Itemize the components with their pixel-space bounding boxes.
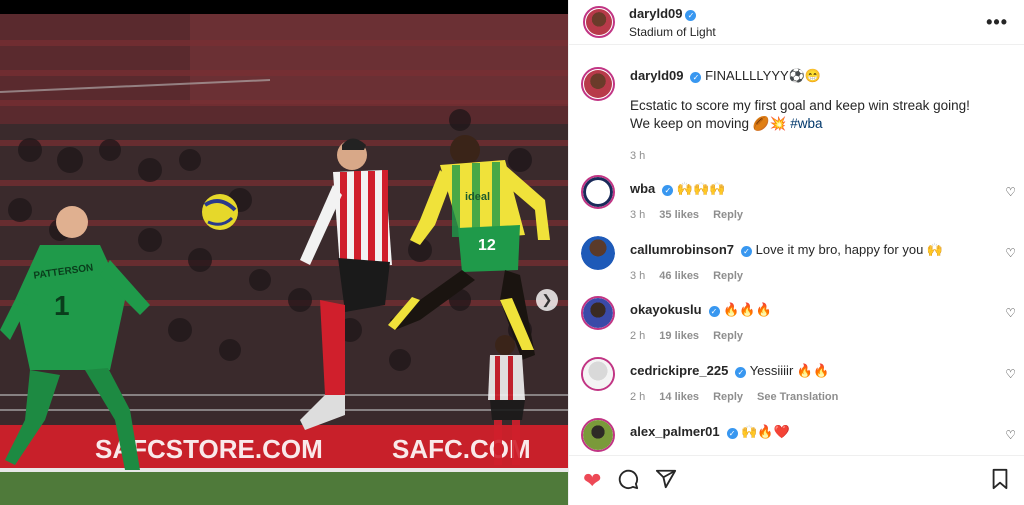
comment-text: Love it my bro, happy for you 🙌: [755, 242, 944, 257]
comment-avatar[interactable]: [581, 296, 615, 330]
match-photo-illustration: SAFCSTORE.COM SAFC.COM PATTERSON 1 ideal…: [0, 14, 568, 505]
post-location[interactable]: Stadium of Light: [629, 25, 986, 39]
verified-badge-icon: ✓: [708, 306, 720, 317]
like-comment-heart-icon[interactable]: ♡: [1005, 367, 1016, 381]
comment-likes[interactable]: 35 likes: [659, 209, 699, 221]
like-comment-heart-icon[interactable]: ♡: [1005, 246, 1016, 260]
keeper-number: 1: [54, 290, 70, 321]
verified-badge-icon: ✓: [726, 428, 738, 439]
see-translation-button[interactable]: See Translation: [757, 391, 838, 403]
shirt-sponsor: ideal: [465, 191, 490, 203]
like-comment-heart-icon[interactable]: ♡: [1005, 428, 1016, 442]
verified-badge-icon: ✓: [735, 367, 747, 378]
caption-avatar[interactable]: [581, 67, 615, 101]
comment-avatar[interactable]: [581, 357, 615, 391]
comment-time: 2 h: [630, 391, 646, 403]
comment-username[interactable]: alex_palmer01: [630, 424, 720, 439]
football: [202, 194, 238, 230]
post-actions-bar: ❤: [569, 455, 1024, 505]
comment-row: alex_palmer01 ✓ 🙌🔥❤️ ♡: [581, 418, 1024, 452]
comment-username[interactable]: callumrobinson7: [630, 242, 734, 257]
comment-text: 🙌🔥❤️: [741, 424, 790, 439]
author-avatar[interactable]: [583, 6, 615, 38]
verified-badge-icon: ✓: [741, 246, 753, 257]
heart-icon[interactable]: ❤: [583, 469, 601, 492]
next-photo-button[interactable]: ❯: [536, 289, 558, 311]
reply-button[interactable]: Reply: [713, 209, 743, 221]
reply-button[interactable]: Reply: [713, 330, 743, 342]
comment-text: 🙌🙌🙌: [676, 181, 726, 196]
post-photo[interactable]: SAFCSTORE.COM SAFC.COM PATTERSON 1 ideal…: [0, 0, 568, 505]
author-username[interactable]: daryld09: [629, 6, 682, 21]
comment-row: okayokuslu ✓ 🔥🔥🔥 2 h 19 likes Reply ♡: [581, 296, 1024, 345]
comment-time: 3 h: [630, 270, 646, 282]
caption-time: 3 h: [630, 150, 646, 162]
caption-row: daryld09 ✓ FINALLLLYYY⚽😁 Ecstatic to scor…: [581, 67, 1024, 165]
comment-text: Yessiiiir 🔥🔥: [749, 363, 830, 378]
comment-row: callumrobinson7 ✓ Love it my bro, happy f…: [581, 236, 1024, 285]
comment-username[interactable]: wba: [630, 181, 655, 196]
reply-button[interactable]: Reply: [713, 270, 743, 282]
comment-username[interactable]: cedrickipre_225: [630, 363, 728, 378]
verified-badge-icon: ✓: [662, 185, 674, 196]
photo-top-border: [0, 0, 568, 14]
comment-icon[interactable]: [617, 468, 639, 494]
share-icon[interactable]: [655, 468, 677, 494]
comment-likes[interactable]: 14 likes: [659, 391, 699, 403]
chevron-right-icon: ❯: [541, 292, 553, 307]
reply-button[interactable]: Reply: [713, 391, 743, 403]
comment-time: 2 h: [630, 330, 646, 342]
comment-avatar[interactable]: [581, 236, 615, 270]
like-comment-heart-icon[interactable]: ♡: [1005, 306, 1016, 320]
comment-likes[interactable]: 46 likes: [659, 270, 699, 282]
like-comment-heart-icon[interactable]: ♡: [1005, 185, 1016, 199]
comment-likes[interactable]: 19 likes: [659, 330, 699, 342]
caption-text: Ecstatic to score my first goal and keep…: [630, 97, 990, 133]
post-detail-panel: daryld09 ✓ Stadium of Light ••• daryld09 ✓…: [568, 0, 1024, 505]
comment-row: wba ✓ 🙌🙌🙌 3 h 35 likes Reply ♡: [581, 175, 1024, 224]
caption-title: FINALLLLYYY⚽😁: [705, 68, 822, 83]
comment-avatar[interactable]: [581, 175, 615, 209]
striker-number: 12: [478, 237, 496, 254]
comment-row: cedrickipre_225 ✓ Yessiiiir 🔥🔥 2 h 14 like…: [581, 357, 1024, 406]
more-options-icon[interactable]: •••: [986, 12, 1008, 33]
comment-time: 3 h: [630, 209, 646, 221]
bookmark-icon[interactable]: [990, 468, 1010, 494]
post-header: daryld09 ✓ Stadium of Light •••: [569, 0, 1024, 45]
hashtag-link[interactable]: #wba: [790, 116, 822, 131]
comments-list: daryld09 ✓ FINALLLLYYY⚽😁 Ecstatic to scor…: [569, 55, 1024, 455]
comment-text: 🔥🔥🔥: [723, 302, 772, 317]
comment-username[interactable]: okayokuslu: [630, 302, 702, 317]
caption-username[interactable]: daryld09: [630, 68, 683, 83]
comment-avatar[interactable]: [581, 418, 615, 452]
verified-badge-icon: ✓: [685, 10, 697, 21]
verified-badge-icon: ✓: [690, 72, 702, 83]
ad-board-right: SAFC.COM: [392, 434, 531, 464]
